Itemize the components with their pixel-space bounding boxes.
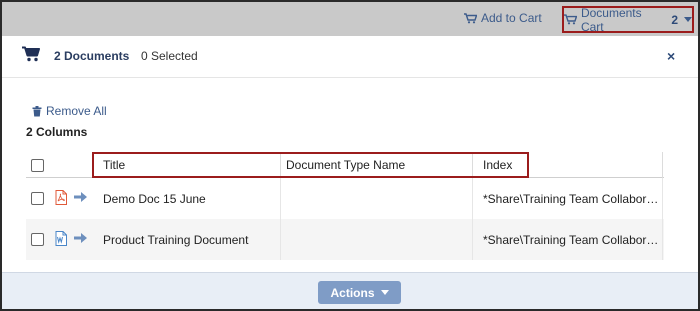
header-divider (2, 77, 698, 78)
highlight-box (92, 152, 529, 178)
cart-icon (464, 12, 477, 23)
add-to-cart-label: Add to Cart (481, 11, 542, 25)
column-divider (662, 152, 663, 178)
top-toolbar: Add to Cart Documents Cart 2 (2, 2, 698, 36)
select-all-checkbox[interactable] (31, 159, 44, 172)
row-index: *Share\Training Team Collabor… (483, 233, 659, 247)
arrow-right-icon[interactable] (74, 191, 87, 203)
documents-count: 2 Documents (54, 49, 130, 63)
actions-button[interactable]: Actions (318, 281, 401, 304)
cart-header: 2 Documents 0 Selected × (2, 36, 698, 78)
chevron-down-icon (684, 17, 692, 22)
column-divider (280, 219, 281, 260)
documents-cart-count: 2 (671, 12, 678, 27)
column-divider (280, 178, 281, 219)
row-title: Demo Doc 15 June (103, 192, 206, 206)
documents-cart-window: Add to Cart Documents Cart 2 2 Documents… (0, 0, 700, 311)
add-to-cart-button[interactable]: Add to Cart (464, 11, 542, 25)
row-checkbox[interactable] (31, 233, 44, 246)
cart-icon (564, 14, 577, 25)
table-row[interactable]: Product Training Document *Share\Trainin… (26, 219, 664, 260)
column-divider (472, 178, 473, 219)
arrow-right-icon[interactable] (74, 232, 87, 244)
row-index: *Share\Training Team Collabor… (483, 192, 659, 206)
remove-all-label: Remove All (46, 104, 107, 118)
remove-all-button[interactable]: Remove All (32, 104, 107, 118)
row-checkbox[interactable] (31, 192, 44, 205)
row-title: Product Training Document (103, 233, 249, 247)
cart-icon (22, 46, 40, 62)
documents-cart-dropdown[interactable]: Documents Cart 2 (562, 5, 694, 34)
column-divider (662, 178, 663, 219)
actions-label: Actions (330, 285, 375, 300)
documents-cart-label: Documents Cart (580, 5, 642, 34)
column-divider (662, 219, 663, 260)
pdf-file-icon (55, 190, 67, 205)
selected-count: 0 Selected (141, 49, 198, 63)
columns-count: 2 Columns (26, 125, 88, 139)
trash-icon (32, 105, 42, 116)
close-icon[interactable]: × (667, 48, 675, 64)
footer-bar: Actions (2, 272, 698, 309)
word-file-icon (55, 231, 67, 246)
column-divider (472, 219, 473, 260)
chevron-down-icon (380, 290, 389, 295)
table-row[interactable]: Demo Doc 15 June *Share\Training Team Co… (26, 178, 664, 219)
